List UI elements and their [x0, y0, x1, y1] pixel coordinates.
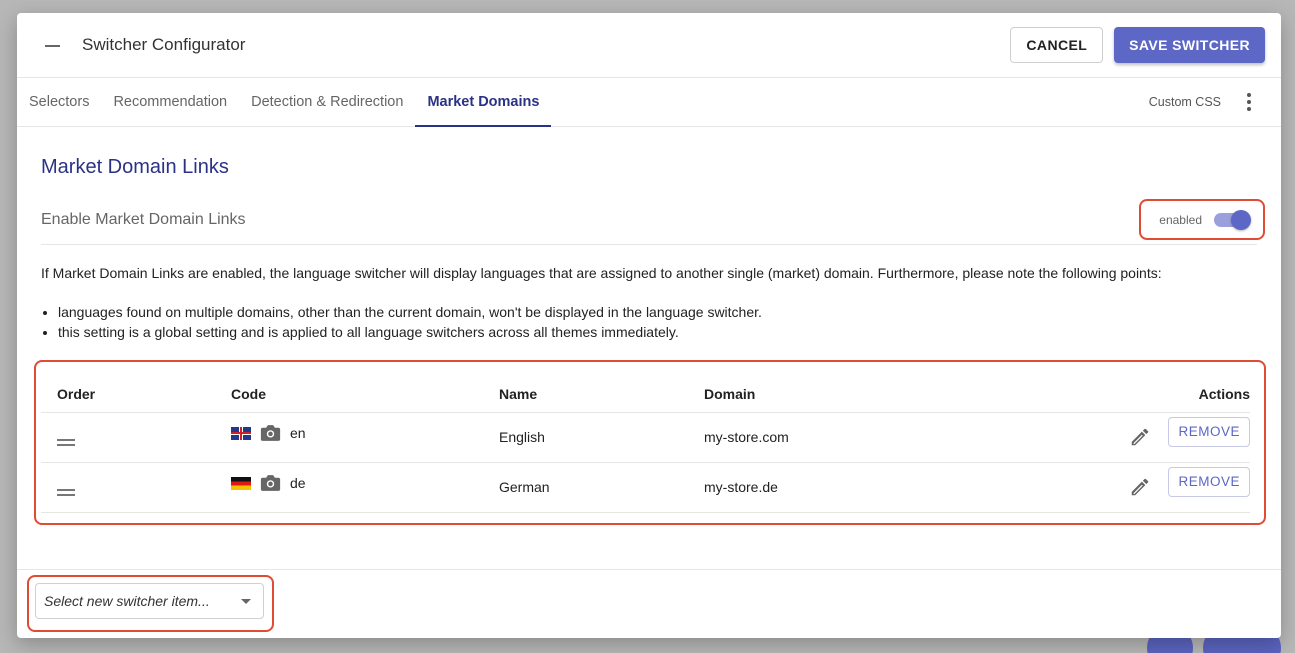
tab-detection-redirection[interactable]: Detection & Redirection	[239, 78, 415, 126]
language-name: English	[483, 412, 688, 463]
edit-pencil-icon[interactable]	[1129, 476, 1151, 498]
header-name: Name	[483, 376, 688, 413]
dropdown-caret-icon	[241, 598, 251, 604]
uk-flag-icon	[231, 426, 251, 440]
toggle-state-text: enabled	[1159, 212, 1202, 227]
section-title: Market Domain Links	[41, 156, 229, 178]
table-row: de German my-store.de REMOVE	[41, 462, 1250, 513]
dialog-title: Switcher Configurator	[82, 35, 246, 54]
enable-market-domain-links-row: Enable Market Domain Links enabled	[41, 195, 1265, 245]
remove-button[interactable]: REMOVE	[1168, 466, 1250, 497]
tab-market-domains[interactable]: Market Domains	[415, 78, 552, 127]
enable-toggle-switch[interactable]	[1214, 209, 1251, 230]
camera-icon[interactable]	[260, 474, 281, 492]
table-header-row: Order Code Name Domain Actions	[41, 376, 1250, 413]
remove-button[interactable]: REMOVE	[1168, 416, 1250, 447]
drag-handle-icon[interactable]	[57, 439, 75, 446]
custom-css-link[interactable]: Custom CSS	[1149, 78, 1237, 126]
select-highlight: Select new switcher item...	[27, 575, 274, 632]
new-switcher-item-select[interactable]: Select new switcher item...	[35, 583, 264, 619]
tab-bar: Selectors Recommendation Detection & Red…	[17, 78, 1281, 127]
camera-icon[interactable]	[260, 424, 281, 442]
more-options-icon[interactable]	[1237, 78, 1261, 126]
minimize-icon[interactable]	[45, 45, 60, 47]
note-item: languages found on multiple domains, oth…	[58, 302, 1257, 322]
domain-cell: my-store.de	[688, 462, 927, 513]
switcher-configurator-dialog: Switcher Configurator CANCEL SAVE SWITCH…	[17, 13, 1281, 638]
language-code: de	[290, 475, 306, 491]
toggle-highlight: enabled	[1139, 199, 1265, 240]
select-placeholder: Select new switcher item...	[44, 593, 210, 609]
language-name: German	[483, 462, 688, 513]
domain-cell: my-store.com	[688, 412, 927, 463]
tab-recommendation[interactable]: Recommendation	[101, 78, 239, 126]
dialog-header: Switcher Configurator CANCEL SAVE SWITCH…	[17, 13, 1281, 78]
cancel-button[interactable]: CANCEL	[1010, 27, 1104, 63]
table-highlight: Order Code Name Domain Actions en Englis…	[34, 360, 1266, 525]
header-order: Order	[41, 376, 215, 413]
table-row: en English my-store.com REMOVE	[41, 412, 1250, 463]
description-text: If Market Domain Links are enabled, the …	[41, 265, 1162, 281]
header-actions: Actions	[926, 376, 1250, 413]
header-code: Code	[215, 376, 483, 413]
edit-pencil-icon[interactable]	[1129, 426, 1151, 448]
save-switcher-button[interactable]: SAVE SWITCHER	[1114, 27, 1265, 63]
de-flag-icon	[231, 476, 251, 490]
market-domains-table: Order Code Name Domain Actions en Englis…	[41, 376, 1250, 513]
notes-list: languages found on multiple domains, oth…	[41, 302, 1257, 342]
switch-thumb	[1231, 209, 1251, 230]
language-code: en	[290, 425, 306, 441]
drag-handle-icon[interactable]	[57, 489, 75, 496]
tab-selectors[interactable]: Selectors	[17, 78, 101, 126]
header-domain: Domain	[688, 376, 927, 413]
dialog-footer: Select new switcher item...	[17, 569, 1281, 638]
note-item: this setting is a global setting and is …	[58, 322, 1257, 342]
enable-label: Enable Market Domain Links	[41, 210, 246, 228]
market-domains-panel: Market Domain Links Enable Market Domain…	[17, 156, 1281, 525]
